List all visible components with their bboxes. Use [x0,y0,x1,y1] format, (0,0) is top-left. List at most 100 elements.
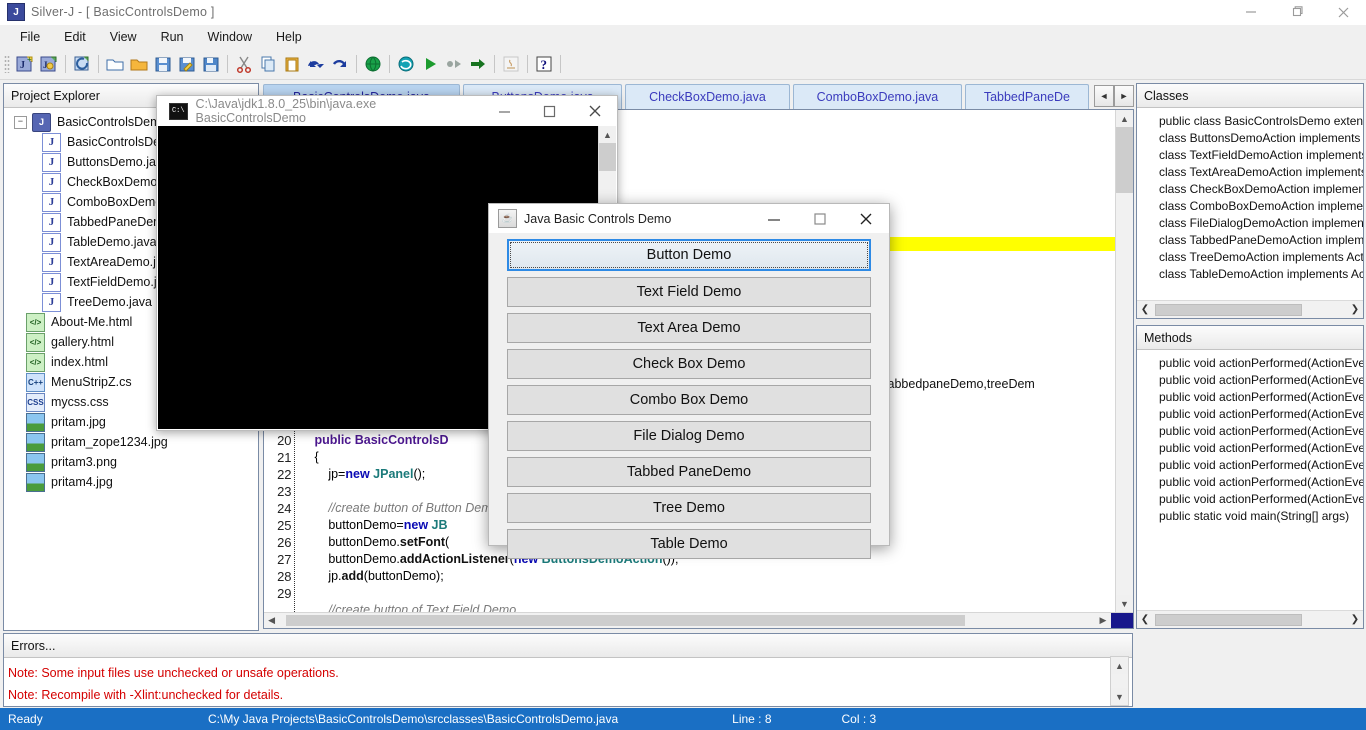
console-titlebar[interactable]: C:\ C:\Java\jdk1.8.0_25\bin\java.exe Bas… [157,96,617,126]
close-button[interactable] [1320,0,1366,24]
methods-list-item[interactable]: public void actionPerformed(ActionEvent … [1137,457,1363,474]
toolbar-grip[interactable] [4,55,10,73]
menu-run[interactable]: Run [149,27,196,47]
redo-icon[interactable] [328,52,352,76]
methods-list-item[interactable]: public void actionPerformed(ActionEvent … [1137,423,1363,440]
methods-list-item[interactable]: public void actionPerformed(ActionEvent … [1137,372,1363,389]
scroll-up-arrow-icon[interactable]: ▲ [599,126,616,143]
methods-list[interactable]: public void actionPerformed(ActionEvent … [1137,350,1363,610]
maximize-button[interactable] [1274,0,1320,24]
run-fast-icon[interactable] [466,52,490,76]
save-as-icon[interactable] [175,52,199,76]
classes-list-item[interactable]: public class BasicControlsDemo extends J [1137,113,1363,130]
methods-scroll-thumb[interactable] [1155,613,1302,626]
minimize-button[interactable] [1228,0,1274,24]
classes-list-item[interactable]: class CheckBoxDemoAction implements A [1137,181,1363,198]
check-box-demo-button[interactable]: Check Box Demo [507,349,871,379]
tabbed-pane-demo-button[interactable]: Tabbed PaneDemo [507,457,871,487]
editor-vertical-scrollbar[interactable]: ▲ ▼ [1115,110,1133,612]
menu-file[interactable]: File [8,27,52,47]
classes-list-item[interactable]: class TreeDemoAction implements ActionL [1137,249,1363,266]
vertical-scroll-thumb[interactable] [1116,127,1133,193]
collapse-expander-icon[interactable]: − [14,115,27,129]
menu-window[interactable]: Window [196,27,264,47]
scroll-right-arrow-icon[interactable]: ❯ [1347,614,1363,625]
classes-list-item[interactable]: class TableDemoAction implements Action [1137,266,1363,283]
save-icon[interactable] [151,52,175,76]
classes-list-item[interactable]: class TextFieldDemoAction implements Ac [1137,147,1363,164]
demo-minimize-button[interactable] [751,204,797,233]
tree-item-pritam4-jpg[interactable]: pritam4.jpg [4,472,258,492]
compile-icon[interactable] [70,52,94,76]
classes-horizontal-scrollbar[interactable]: ❮ ❯ [1137,300,1363,319]
methods-list-item[interactable]: public void actionPerformed(ActionEvent … [1137,406,1363,423]
applet-icon[interactable] [499,52,523,76]
classes-list-item[interactable]: class TabbedPaneDemoAction implements [1137,232,1363,249]
file-dialog-demo-button[interactable]: File Dialog Demo [507,421,871,451]
methods-list-item[interactable]: public void actionPerformed(ActionEvent … [1137,440,1363,457]
help-icon[interactable]: ? [532,52,556,76]
scroll-down-arrow-icon[interactable]: ▼ [1116,595,1133,612]
demo-dialog-titlebar[interactable]: ☕ Java Basic Controls Demo [489,204,889,233]
classes-list-item[interactable]: class FileDialogDemoAction implements A [1137,215,1363,232]
editor-horizontal-scrollbar[interactable]: ◀ ▶ [263,612,1133,628]
classes-list-item[interactable]: class TextAreaDemoAction implements Ac [1137,164,1363,181]
horizontal-scroll-track[interactable] [279,613,1095,628]
text-area-demo-button[interactable]: Text Area Demo [507,313,871,343]
methods-scroll-track[interactable] [1153,613,1347,626]
console-scroll-thumb[interactable] [599,143,616,171]
tab-checkboxdemo-java[interactable]: CheckBoxDemo.java [624,84,791,109]
tree-demo-button[interactable]: Tree Demo [507,493,871,523]
methods-list-item[interactable]: public void actionPerformed(ActionEvent … [1137,355,1363,372]
errors-vertical-scrollbar[interactable]: ▲ ▼ [1110,656,1129,706]
methods-list-item[interactable]: public void actionPerformed(ActionEvent … [1137,389,1363,406]
methods-list-item[interactable]: public void actionPerformed(ActionEvent … [1137,491,1363,508]
undo-icon[interactable] [304,52,328,76]
cut-icon[interactable] [232,52,256,76]
paste-icon[interactable] [280,52,304,76]
tab-tabbedpanedemo-java[interactable]: TabbedPaneDe [964,84,1089,109]
classes-list-item[interactable]: class ButtonsDemoAction implements Acti [1137,130,1363,147]
combo-box-demo-button[interactable]: Combo Box Demo [507,385,871,415]
scroll-down-arrow-icon[interactable]: ▼ [1111,688,1128,705]
classes-scroll-thumb[interactable] [1155,303,1302,316]
new-java-project-icon[interactable]: J + [13,52,37,76]
tree-item-pritam3-png[interactable]: pritam3.png [4,452,258,472]
tree-item-pritam-zope1234-jpg[interactable]: pritam_zope1234.jpg [4,432,258,452]
scroll-left-arrow-icon[interactable]: ◀ [264,613,280,628]
demo-maximize-button[interactable] [797,204,843,233]
methods-list-item[interactable]: public static void main(String[] args) [1137,508,1363,525]
copy-icon[interactable] [256,52,280,76]
run-icon[interactable] [418,52,442,76]
console-minimize-button[interactable] [482,96,527,126]
text-field-demo-button[interactable]: Text Field Demo [507,277,871,307]
menu-view[interactable]: View [98,27,149,47]
table-demo-button[interactable]: Table Demo [507,529,871,559]
refresh-icon[interactable] [394,52,418,76]
save-all-icon[interactable] [199,52,223,76]
tab-scroll-left-button[interactable]: ◄ [1094,85,1114,107]
tab-comboboxdemo-java[interactable]: ComboBoxDemo.java [793,84,962,109]
console-maximize-button[interactable] [527,96,572,126]
new-java-class-icon[interactable]: J [37,52,61,76]
open-project-icon[interactable] [127,52,151,76]
scroll-left-arrow-icon[interactable]: ❮ [1137,614,1153,625]
scroll-right-arrow-icon[interactable]: ❯ [1347,304,1363,315]
horizontal-scroll-thumb[interactable] [285,615,965,626]
scroll-right-arrow-icon[interactable]: ▶ [1095,613,1111,628]
scroll-up-arrow-icon[interactable]: ▲ [1111,657,1128,674]
menu-help[interactable]: Help [264,27,314,47]
classes-list-item[interactable]: class ComboBoxDemoAction implements A [1137,198,1363,215]
demo-close-button[interactable] [843,204,889,233]
classes-list[interactable]: public class BasicControlsDemo extends J… [1137,108,1363,301]
step-icon[interactable] [442,52,466,76]
methods-list-item[interactable]: public void actionPerformed(ActionEvent … [1137,474,1363,491]
methods-horizontal-scrollbar[interactable]: ❮ ❯ [1137,610,1363,628]
console-close-button[interactable] [572,96,617,126]
scroll-left-arrow-icon[interactable]: ❮ [1137,304,1153,315]
menu-edit[interactable]: Edit [52,27,98,47]
classes-scroll-track[interactable] [1153,303,1347,316]
open-folder-icon[interactable] [103,52,127,76]
scroll-up-arrow-icon[interactable]: ▲ [1116,110,1133,127]
tab-scroll-right-button[interactable]: ► [1114,85,1134,107]
